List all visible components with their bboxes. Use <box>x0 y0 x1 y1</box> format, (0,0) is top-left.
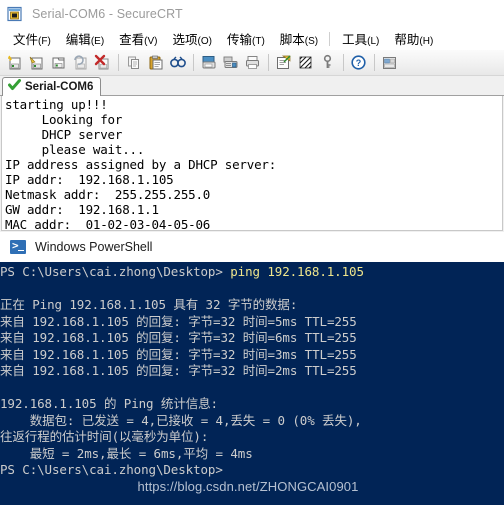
terminal-line: DHCP server <box>5 127 123 142</box>
tab-serial-com6[interactable]: Serial-COM6 <box>2 77 102 96</box>
tab-serial-com6-label: Serial-COM6 <box>25 81 94 93</box>
securecrt-tabstrip: Serial-COM6 <box>0 76 504 96</box>
powershell-titlebar: Windows PowerShell <box>0 232 504 262</box>
copy-icon[interactable] <box>123 52 145 74</box>
securecrt-toolbar: ? <box>0 50 504 76</box>
connect-sftp-icon[interactable] <box>26 52 48 74</box>
terminal-line: starting up!!! <box>5 97 108 112</box>
securecrt-window-icon <box>7 6 23 22</box>
powershell-command-text: ping 192.168.1.105 <box>230 264 364 279</box>
powershell-output-line: 数据包: 已发送 = 4,已接收 = 4,丢失 = 0 (0% 丢失), <box>0 412 362 428</box>
securecrt-terminal-output[interactable]: starting up!!! Looking for DHCP server p… <box>1 96 503 231</box>
toolbar-divider-1 <box>118 54 119 71</box>
menu-edit-mnemonic: (E) <box>90 36 105 47</box>
powershell-output-line: 最短 = 2ms,最长 = 6ms,平均 = 4ms <box>0 445 253 461</box>
powershell-prompt-line: PS C:\Users\cai.zhong\Desktop> ping 192.… <box>0 264 504 281</box>
menu-options-label: 选项 <box>172 33 198 47</box>
terminal-line: Looking for <box>5 112 123 127</box>
key-icon[interactable] <box>317 52 339 74</box>
new-session-icon[interactable] <box>4 52 26 74</box>
menu-script-label: 脚本 <box>279 33 305 47</box>
toolbar-divider-5 <box>374 54 375 71</box>
menu-tools-label: 工具 <box>342 33 368 47</box>
menu-help[interactable]: 帮助 (H) <box>394 29 433 48</box>
menu-edit[interactable]: 编辑 (E) <box>66 29 104 48</box>
powershell-prompt-text: PS C:\Users\cai.zhong\Desktop> <box>0 264 223 279</box>
window-arrange-icon[interactable] <box>379 52 401 74</box>
disconnect-icon[interactable] <box>92 52 114 74</box>
powershell-title-text: Windows PowerShell <box>35 240 153 254</box>
securecrt-window: Serial-COM6 - SecureCRT 文件 (F) 编辑 (E) 查看 (V… <box>0 0 504 232</box>
menu-script[interactable]: 脚本 (S) <box>280 29 318 48</box>
log-session-icon[interactable] <box>220 52 242 74</box>
menubar-divider <box>329 31 331 46</box>
menu-tools[interactable]: 工具 (L) <box>342 29 379 48</box>
print-icon[interactable] <box>242 52 264 74</box>
green-check-icon <box>8 78 21 96</box>
toolbar-divider-2 <box>193 54 194 71</box>
powershell-output-line: 正在 Ping 192.168.1.105 具有 32 字节的数据: <box>0 297 298 312</box>
menu-options-mnemonic: (O) <box>197 36 212 47</box>
securecrt-titlebar: Serial-COM6 - SecureCRT <box>0 0 504 27</box>
securecrt-title-text: Serial-COM6 - SecureCRT <box>32 6 183 21</box>
menu-help-mnemonic: (H) <box>419 36 434 47</box>
terminal-line: GW addr: 192.168.1.1 <box>5 202 159 217</box>
svg-text:?: ? <box>356 58 362 68</box>
powershell-output-line: 来自 192.168.1.105 的回复: 字节=32 时间=3ms TTL=2… <box>0 346 357 362</box>
terminal-line: please wait... <box>5 142 145 157</box>
menu-file-label: 文件 <box>13 33 39 47</box>
toggle-raw-icon[interactable] <box>295 52 317 74</box>
toolbar-divider-3 <box>268 54 269 71</box>
menu-transfer[interactable]: 传输 (T) <box>227 29 265 48</box>
session-options-icon[interactable] <box>273 52 295 74</box>
securecrt-menubar[interactable]: 文件 (F) 编辑 (E) 查看 (V) 选项 (O) 传输 (T) 脚本 (S) 工具 (L… <box>0 27 504 50</box>
menu-options[interactable]: 选项 (O) <box>173 29 212 48</box>
menu-help-label: 帮助 <box>394 33 420 47</box>
menu-edit-label: 编辑 <box>65 33 91 47</box>
powershell-blank-line <box>0 380 504 397</box>
powershell-window: Windows PowerShell PS C:\Users\cai.zhong… <box>0 232 504 505</box>
menu-file-mnemonic: (F) <box>38 36 51 47</box>
powershell-output-line: 来自 192.168.1.105 的回复: 字节=32 时间=5ms TTL=2… <box>0 313 357 329</box>
powershell-final-prompt-line: PS C:\Users\cai.zhong\Desktop> <box>0 462 223 477</box>
terminal-line: IP addr: 192.168.1.105 <box>5 172 174 187</box>
powershell-console-output[interactable]: PS C:\Users\cai.zhong\Desktop> ping 192.… <box>0 262 504 505</box>
menu-view[interactable]: 查看 (V) <box>119 29 157 48</box>
powershell-output-line: 来自 192.168.1.105 的回复: 字节=32 时间=2ms TTL=2… <box>0 363 357 378</box>
menu-transfer-label: 传输 <box>226 33 252 47</box>
help-icon[interactable]: ? <box>348 52 370 74</box>
toolbar-divider-4 <box>343 54 344 71</box>
powershell-prompt-icon <box>10 239 26 254</box>
powershell-output-line: 192.168.1.105 的 Ping 统计信息: <box>0 396 218 411</box>
powershell-blank-line <box>0 281 504 298</box>
powershell-output-line: 来自 192.168.1.105 的回复: 字节=32 时间=6ms TTL=2… <box>0 330 357 345</box>
blog-watermark: https://blog.csdn.net/ZHONGCAI0901 <box>137 479 359 494</box>
terminal-line: Netmask addr: 255.255.255.0 <box>5 187 211 202</box>
clone-session-icon[interactable] <box>48 52 70 74</box>
terminal-line: MAC addr: 01-02-03-04-05-06 <box>5 217 211 231</box>
powershell-output-line: 往返行程的估计时间(以毫秒为单位): <box>0 429 209 444</box>
menu-view-mnemonic: (V) <box>144 36 158 47</box>
menu-script-mnemonic: (S) <box>304 36 319 47</box>
menu-file[interactable]: 文件 (F) <box>13 29 51 48</box>
menu-view-label: 查看 <box>119 33 145 47</box>
print-screen-icon[interactable] <box>198 52 220 74</box>
menu-tools-mnemonic: (L) <box>367 36 380 47</box>
menu-transfer-mnemonic: (T) <box>252 36 265 47</box>
terminal-line: IP address assigned by a DHCP server: <box>5 157 277 172</box>
find-icon[interactable] <box>167 52 189 74</box>
reconnect-icon[interactable] <box>70 52 92 74</box>
paste-icon[interactable] <box>145 52 167 74</box>
